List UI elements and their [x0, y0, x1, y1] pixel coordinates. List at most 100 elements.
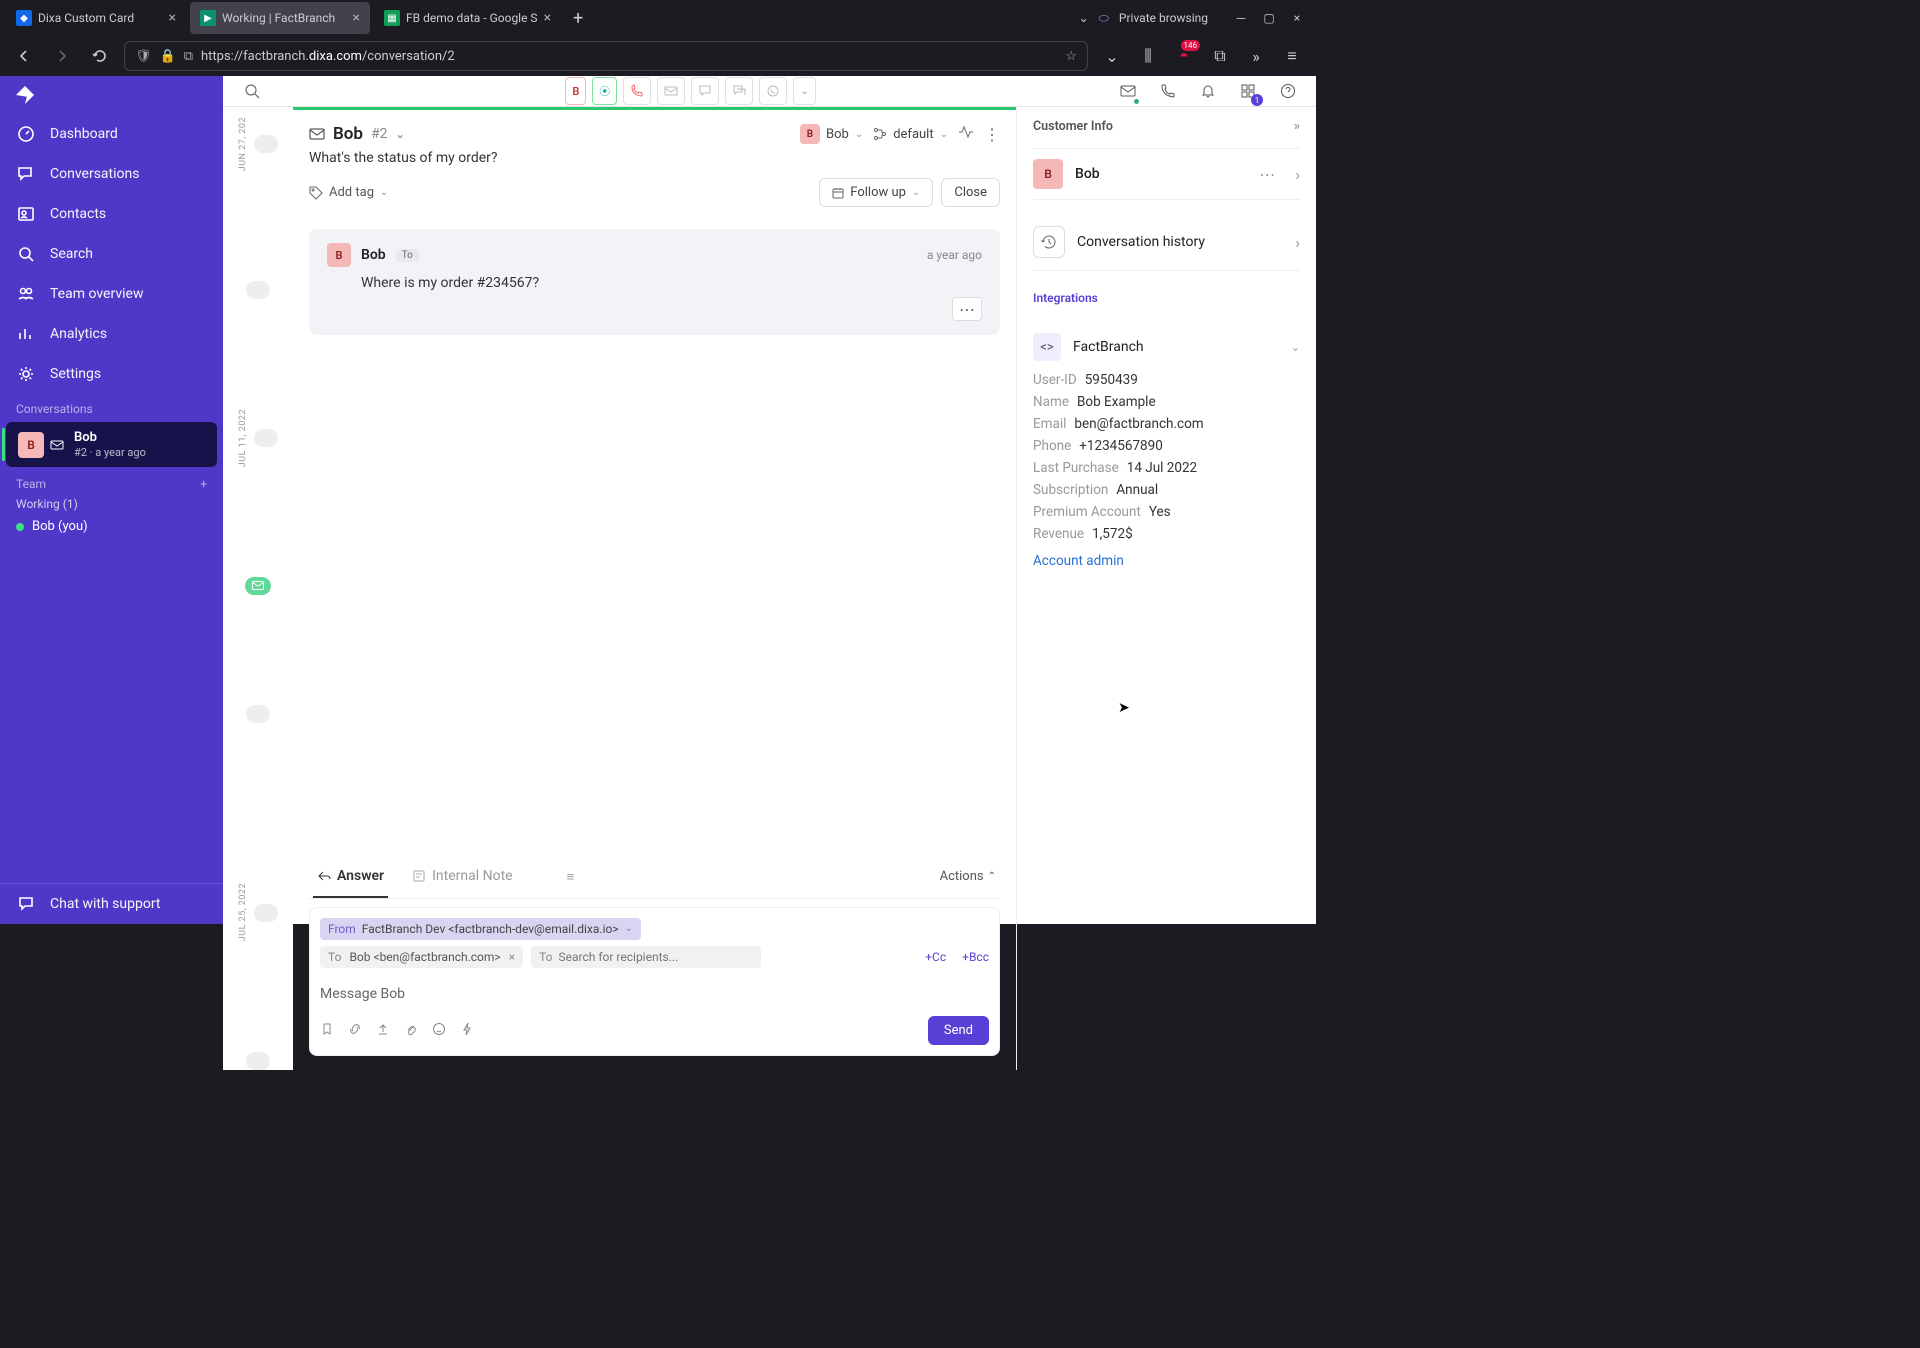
account-admin-link[interactable]: Account admin — [1033, 545, 1300, 569]
apps-icon[interactable]: 1 — [1234, 77, 1262, 105]
message-input[interactable]: Message Bob — [320, 986, 989, 1002]
recipient-search-input[interactable] — [559, 950, 754, 964]
timeline-marker[interactable] — [254, 429, 278, 447]
nav-settings[interactable]: Settings — [0, 354, 223, 394]
nav-team-overview[interactable]: Team overview — [0, 274, 223, 314]
timeline-mail-marker[interactable] — [245, 577, 271, 595]
info-key: Subscription — [1033, 482, 1108, 498]
browser-tab[interactable]: ▶ Working | FactBranch × — [190, 2, 370, 34]
emoji-icon[interactable] — [432, 1021, 446, 1040]
bookmark-icon[interactable] — [320, 1021, 334, 1040]
reload-button[interactable] — [86, 42, 114, 70]
chevron-down-icon[interactable]: ⌄ — [395, 128, 404, 141]
chevron-right-icon[interactable]: › — [1295, 165, 1300, 184]
to-search-field[interactable]: To — [531, 946, 761, 968]
ublock-icon[interactable]: ◓146 — [1170, 42, 1198, 70]
nav-analytics[interactable]: Analytics — [0, 314, 223, 354]
channel-chat[interactable] — [691, 77, 719, 105]
tabs-dropdown-icon[interactable]: ⌄ — [1079, 11, 1089, 25]
add-team-button[interactable]: + — [200, 477, 207, 491]
queue-picker[interactable]: default ⌄ — [873, 127, 948, 142]
nav-contacts[interactable]: Contacts — [0, 194, 223, 234]
topbar-search-button[interactable] — [237, 76, 267, 106]
extensions-icon[interactable]: ⧉ — [1206, 42, 1234, 70]
presence-chip[interactable]: ⦿ — [592, 77, 617, 105]
channel-email[interactable] — [657, 77, 685, 105]
timeline-marker[interactable] — [246, 1052, 270, 1070]
library-icon[interactable]: ⫼ — [1134, 42, 1162, 70]
lightning-icon[interactable] — [460, 1021, 474, 1040]
overflow-icon[interactable]: » — [1242, 42, 1270, 70]
message-more-button[interactable]: ⋯ — [952, 297, 982, 321]
forward-button[interactable] — [48, 42, 76, 70]
app-logo[interactable] — [0, 76, 223, 114]
channel-dropdown[interactable]: ⌄ — [793, 77, 815, 105]
attachment-icon[interactable] — [404, 1021, 418, 1040]
nav-conversations[interactable]: Conversations — [0, 154, 223, 194]
message-to-badge[interactable]: To — [396, 249, 419, 262]
assignee-picker[interactable]: B Bob ⌄ — [800, 124, 863, 144]
nav-label: Team overview — [50, 286, 143, 302]
menu-icon[interactable]: ≡ — [1278, 42, 1306, 70]
collapse-icon[interactable]: » — [1294, 119, 1300, 134]
tab-internal-note[interactable]: Internal Note — [408, 856, 517, 898]
avatar: B — [800, 124, 820, 144]
browser-tab[interactable]: ▦ FB demo data - Google S × — [374, 2, 561, 34]
inbox-icon[interactable] — [1114, 77, 1142, 105]
follow-up-button[interactable]: Follow up ⌄ — [819, 178, 933, 207]
close-button[interactable]: Close — [941, 178, 1000, 207]
nav-search[interactable]: Search — [0, 234, 223, 274]
customer-row[interactable]: B Bob ⋯ › — [1033, 148, 1300, 200]
channel-messenger[interactable] — [725, 77, 753, 105]
pocket-icon[interactable]: ⌄ — [1098, 42, 1126, 70]
back-button[interactable] — [10, 42, 38, 70]
presence-chip[interactable]: B — [565, 77, 586, 105]
minimize-button[interactable]: ─ — [1228, 5, 1254, 31]
remove-recipient-button[interactable]: × — [509, 950, 515, 964]
add-tag-button[interactable]: Add tag ⌄ — [309, 185, 388, 200]
chat-support-button[interactable]: Chat with support — [0, 884, 223, 924]
channel-phone[interactable] — [623, 77, 651, 105]
timeline-marker[interactable] — [246, 281, 270, 299]
help-icon[interactable] — [1274, 77, 1302, 105]
add-bcc-button[interactable]: +Bcc — [962, 950, 989, 964]
more-icon[interactable]: ⋯ — [1259, 165, 1275, 184]
integrations-label: Integrations — [1033, 285, 1300, 311]
to-label: To — [539, 950, 552, 964]
timeline-marker[interactable] — [254, 904, 278, 922]
upload-icon[interactable] — [376, 1021, 390, 1040]
nav-dashboard[interactable]: Dashboard — [0, 114, 223, 154]
template-icon[interactable]: ≡ — [567, 869, 575, 885]
composer-actions-dropdown[interactable]: Actions ⌃ — [940, 869, 996, 884]
bell-icon[interactable] — [1194, 77, 1222, 105]
info-key: User-ID — [1033, 372, 1077, 388]
phone-icon[interactable] — [1154, 77, 1182, 105]
message-author: Bob — [361, 247, 386, 263]
conversation-history-row[interactable]: Conversation history › — [1033, 214, 1300, 271]
browser-tab[interactable]: ◆ Dixa Custom Card × — [6, 2, 186, 34]
tab-close-icon[interactable]: × — [544, 10, 551, 26]
send-button[interactable]: Send — [928, 1016, 989, 1045]
tab-answer[interactable]: Answer — [313, 856, 388, 898]
from-chip[interactable]: From FactBranch Dev <factbranch-dev@emai… — [320, 918, 641, 940]
history-label: Conversation history — [1077, 234, 1283, 250]
reply-icon — [317, 869, 331, 883]
maximize-button[interactable]: ▢ — [1256, 5, 1282, 31]
activity-icon[interactable] — [958, 124, 974, 144]
conversation-item[interactable]: B Bob #2 · a year ago — [6, 422, 217, 467]
link-icon[interactable] — [348, 1021, 362, 1040]
team-member[interactable]: Bob (you) — [0, 513, 223, 540]
tab-close-icon[interactable]: × — [169, 10, 176, 26]
tab-close-icon[interactable]: × — [353, 10, 360, 26]
bookmark-icon[interactable]: ☆ — [1065, 49, 1077, 64]
add-cc-button[interactable]: +Cc — [925, 950, 946, 964]
timeline-marker[interactable] — [246, 705, 270, 723]
channel-whatsapp[interactable] — [759, 77, 787, 105]
timeline-marker[interactable] — [254, 135, 278, 153]
integration-factbranch[interactable]: <> FactBranch ⌄ — [1033, 325, 1300, 369]
more-icon[interactable]: ⋮ — [984, 125, 1000, 144]
new-tab-button[interactable]: + — [565, 8, 591, 29]
message-body: Where is my order #234567? — [327, 275, 982, 291]
url-input[interactable]: 🛡 🔒 ⧉ https://factbranch.dixa.com/conver… — [124, 41, 1088, 71]
close-window-button[interactable]: × — [1284, 5, 1310, 31]
